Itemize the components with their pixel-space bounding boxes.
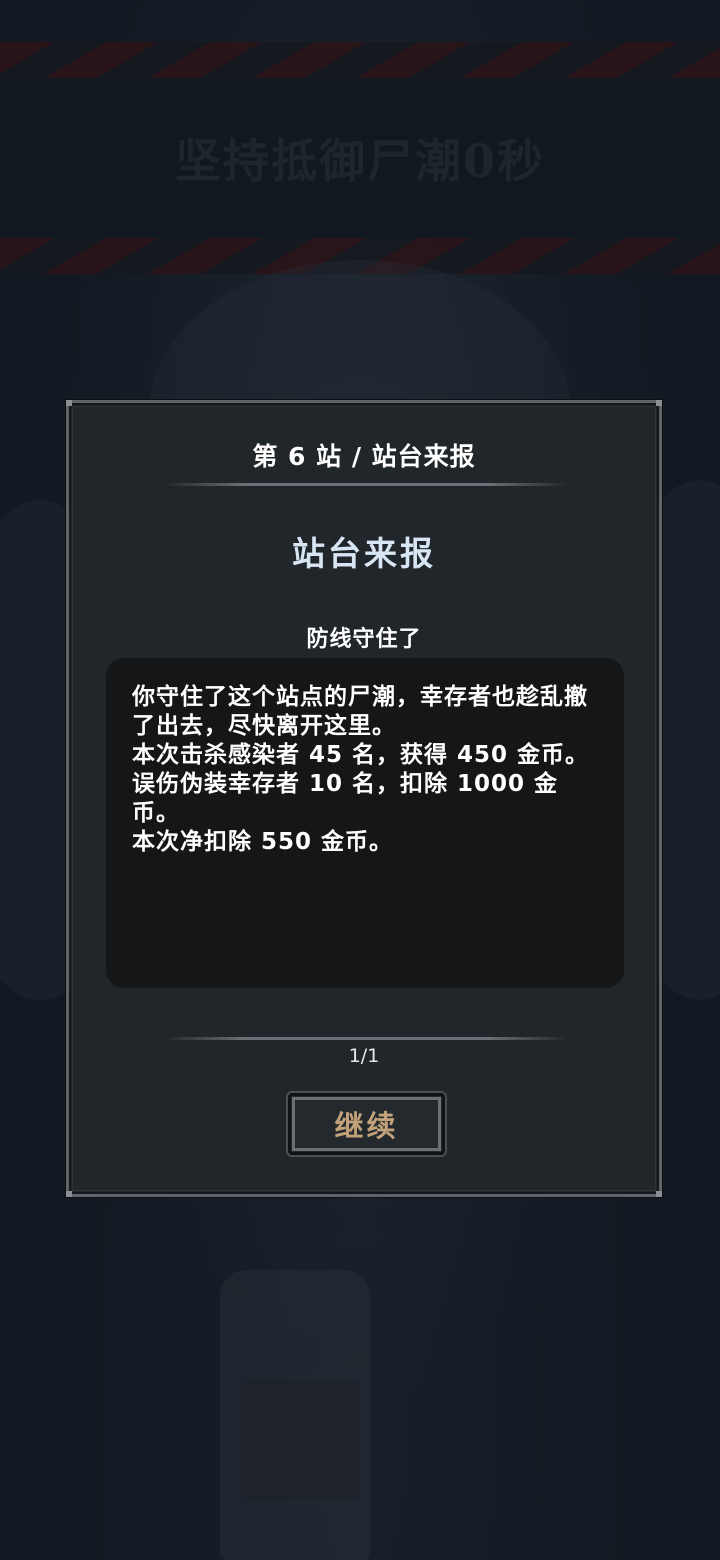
- corner-rivet: [66, 1191, 72, 1197]
- top-divider: [164, 483, 569, 486]
- continue-button-label: 继续: [334, 1109, 399, 1143]
- corner-rivet: [66, 400, 72, 406]
- game-screen: 坚持抵御尸潮0秒 第 6 站 / 站台来报 站台来报 防线守住了 你守住了这个站…: [0, 0, 720, 1560]
- dialog-subtitle: 防线守住了: [306, 627, 422, 652]
- station-report-dialog: 第 6 站 / 站台来报 站台来报 防线守住了 你守住了这个站点的尸潮，幸存者也…: [66, 400, 662, 1197]
- hazard-stripe-top: [0, 42, 720, 78]
- bottom-divider: [164, 1037, 569, 1040]
- message-line: 误伤伪装幸存者 10 名，扣除 1000 金币。: [132, 771, 559, 826]
- corner-rivet: [656, 1191, 662, 1197]
- background-vehicle-detail: [240, 1380, 360, 1500]
- message-line: 本次击杀感染者 45 名，获得 450 金币。: [132, 742, 590, 768]
- message-box: 你守住了这个站点的尸潮，幸存者也趁乱撤了出去，尽快离开这里。 本次击杀感染者 4…: [106, 658, 624, 988]
- message-line: 本次净扣除 550 金币。: [132, 829, 394, 855]
- dialog-title: 站台来报: [292, 534, 436, 573]
- page-indicator: 1/1: [348, 1045, 380, 1067]
- background-banner-title: 坚持抵御尸潮0秒: [174, 134, 545, 188]
- message-line: 你守住了这个站点的尸潮，幸存者也趁乱撤了出去，尽快离开这里。: [132, 684, 588, 739]
- corner-rivet: [656, 400, 662, 406]
- continue-button[interactable]: 继续: [288, 1093, 445, 1155]
- dialog-breadcrumb: 第 6 站 / 站台来报: [252, 442, 476, 471]
